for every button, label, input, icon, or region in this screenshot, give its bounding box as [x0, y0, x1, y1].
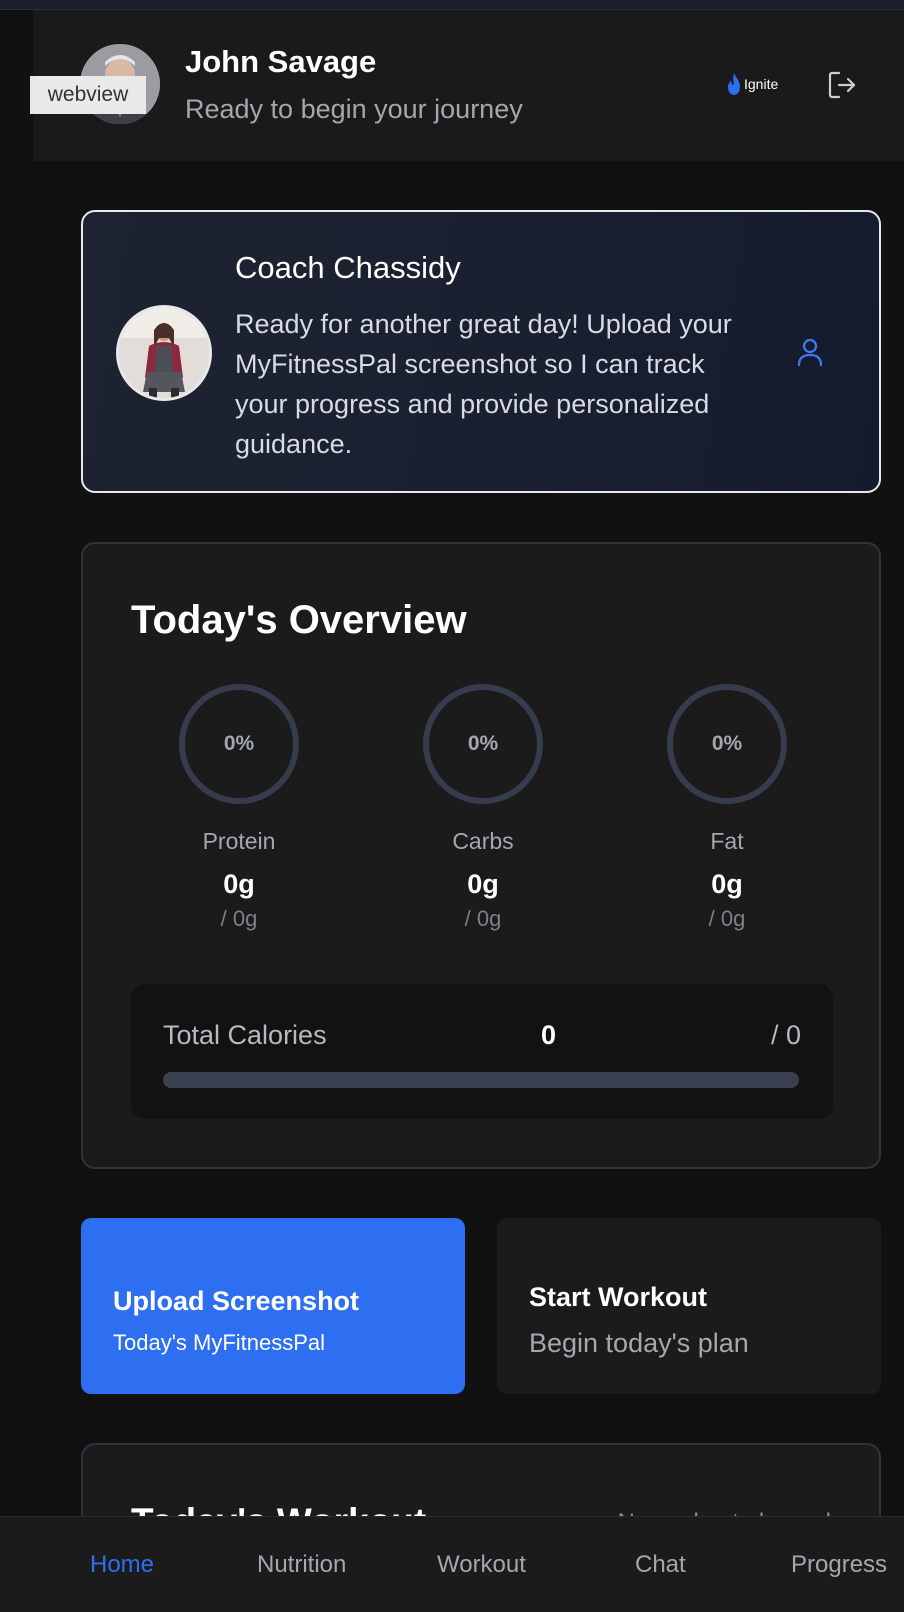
bottom-navigation: Home Nutrition Workout Chat Progress — [0, 1516, 904, 1612]
protein-goal: / 0g — [220, 906, 258, 931]
calories-value: 0 — [541, 1020, 557, 1050]
overview-title: Today's Overview — [131, 598, 467, 642]
nav-chat[interactable]: Chat — [635, 1551, 686, 1579]
carbs-value: 0g — [467, 869, 499, 899]
user-profile-icon — [797, 338, 823, 367]
fat-progress-ring: 0% — [667, 684, 787, 804]
webview-label: webview — [30, 76, 146, 114]
coach-name: Coach Chassidy — [235, 250, 461, 285]
workout-button-subtitle: Begin today's plan — [529, 1328, 749, 1358]
coach-card[interactable]: Coach Chassidy Ready for another great d… — [81, 210, 881, 493]
upload-subtitle: Today's MyFitnessPal — [113, 1330, 326, 1355]
workout-button-title: Start Workout — [529, 1282, 708, 1312]
coach-message: Ready for another great day! Upload your… — [235, 309, 732, 459]
total-calories-panel: Total Calories 0 / 0 — [131, 984, 833, 1119]
upload-title: Upload Screenshot — [113, 1286, 360, 1316]
start-workout-button[interactable]: Start Workout Begin today's plan — [497, 1218, 881, 1394]
logout-button[interactable] — [826, 69, 858, 101]
calories-label: Total Calories — [163, 1020, 327, 1050]
coach-avatar — [116, 305, 212, 401]
user-name: John Savage — [185, 44, 377, 79]
fat-percent: 0% — [711, 732, 743, 755]
nav-home[interactable]: Home — [90, 1551, 154, 1579]
carbs-progress-ring: 0% — [423, 684, 543, 804]
brand-name: Ignite — [744, 76, 779, 92]
user-subtitle: Ready to begin your journey — [185, 94, 523, 124]
protein-label: Protein — [202, 828, 276, 854]
nav-nutrition[interactable]: Nutrition — [257, 1551, 346, 1579]
macro-protein: 0% Protein 0g / 0g — [149, 684, 329, 932]
nav-workout[interactable]: Workout — [437, 1551, 526, 1579]
carbs-percent: 0% — [467, 732, 499, 755]
fat-value: 0g — [711, 869, 743, 899]
coach-avatar-image — [119, 308, 209, 398]
brand-logo: Ignite — [727, 70, 778, 98]
carbs-goal: / 0g — [464, 906, 502, 931]
app-screen: webview John Savage Ready to begin your … — [0, 0, 904, 1612]
fat-goal: / 0g — [708, 906, 746, 931]
protein-value: 0g — [223, 869, 255, 899]
coach-profile-button[interactable] — [795, 337, 825, 367]
status-strip — [0, 0, 904, 10]
protein-progress-ring: 0% — [179, 684, 299, 804]
todays-overview-card: Today's Overview 0% Protein 0g / 0g 0% C… — [81, 542, 881, 1169]
fat-label: Fat — [710, 828, 744, 854]
protein-percent: 0% — [223, 732, 255, 755]
nav-progress[interactable]: Progress — [791, 1551, 887, 1579]
macro-carbs: 0% Carbs 0g / 0g — [393, 684, 573, 932]
calories-progress-bar — [163, 1072, 799, 1088]
macro-fat: 0% Fat 0g / 0g — [637, 684, 817, 932]
calories-goal: / 0 — [770, 1020, 801, 1050]
carbs-label: Carbs — [452, 828, 514, 854]
logout-icon — [828, 71, 856, 99]
upload-screenshot-button[interactable]: Upload Screenshot Today's MyFitnessPal — [81, 1218, 465, 1394]
flame-icon — [728, 73, 740, 95]
